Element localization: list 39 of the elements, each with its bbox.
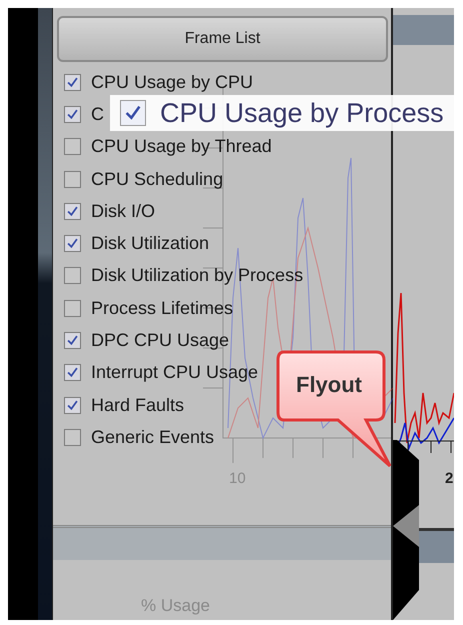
checkmark-icon <box>67 238 78 250</box>
axis-label: 2 <box>445 470 454 487</box>
graph-option-label[interactable]: Interrupt CPU Usage <box>91 362 258 384</box>
graph-option-label[interactable]: Disk Utilization by Process <box>91 265 304 286</box>
checkbox[interactable] <box>64 74 81 91</box>
checkbox[interactable] <box>64 267 81 284</box>
frame-list-button[interactable]: Frame List <box>57 16 388 62</box>
checkbox[interactable] <box>120 100 146 126</box>
graph-option-label[interactable]: Disk I/O <box>91 200 156 222</box>
checkmark-icon <box>67 367 78 378</box>
checkbox[interactable] <box>64 235 81 252</box>
graph-option-label[interactable]: Disk Utilization <box>91 233 210 254</box>
graph-option-label[interactable]: CPU Usage by CPU <box>91 72 254 93</box>
graph-option-label[interactable]: Generic Events <box>91 426 214 448</box>
checkbox[interactable] <box>64 428 81 446</box>
flyout-handle[interactable] <box>393 440 421 620</box>
checkbox[interactable] <box>64 300 81 317</box>
graph-option-label[interactable]: DPC CPU Usage <box>91 330 230 352</box>
checkbox[interactable] <box>64 364 81 382</box>
checkbox[interactable] <box>64 106 81 123</box>
drag-preview-label: CPU Usage by Process <box>160 98 444 128</box>
graph-option-label[interactable]: Process Lifetimes <box>91 298 234 319</box>
graph-option-label[interactable]: CPU Usage by Thread <box>91 136 272 158</box>
checkbox[interactable] <box>64 202 81 220</box>
graph-title-bar <box>393 15 454 45</box>
checkmark-icon <box>67 335 78 346</box>
graph-option-label[interactable]: Hard Faults <box>91 394 184 416</box>
checkbox[interactable] <box>64 170 81 188</box>
checkmark-icon <box>67 400 78 411</box>
graph-option-label[interactable]: C <box>91 104 104 125</box>
checkbox[interactable] <box>64 332 81 350</box>
callout-text: Flyout <box>296 372 362 398</box>
checkmark-icon <box>67 206 78 217</box>
checkbox[interactable] <box>64 138 81 156</box>
graph-option-label[interactable]: CPU Scheduling <box>91 168 224 190</box>
checkmark-icon <box>67 108 78 120</box>
checkmark-icon <box>125 105 141 121</box>
checkmark-icon <box>67 76 78 88</box>
checkbox[interactable] <box>64 396 81 414</box>
